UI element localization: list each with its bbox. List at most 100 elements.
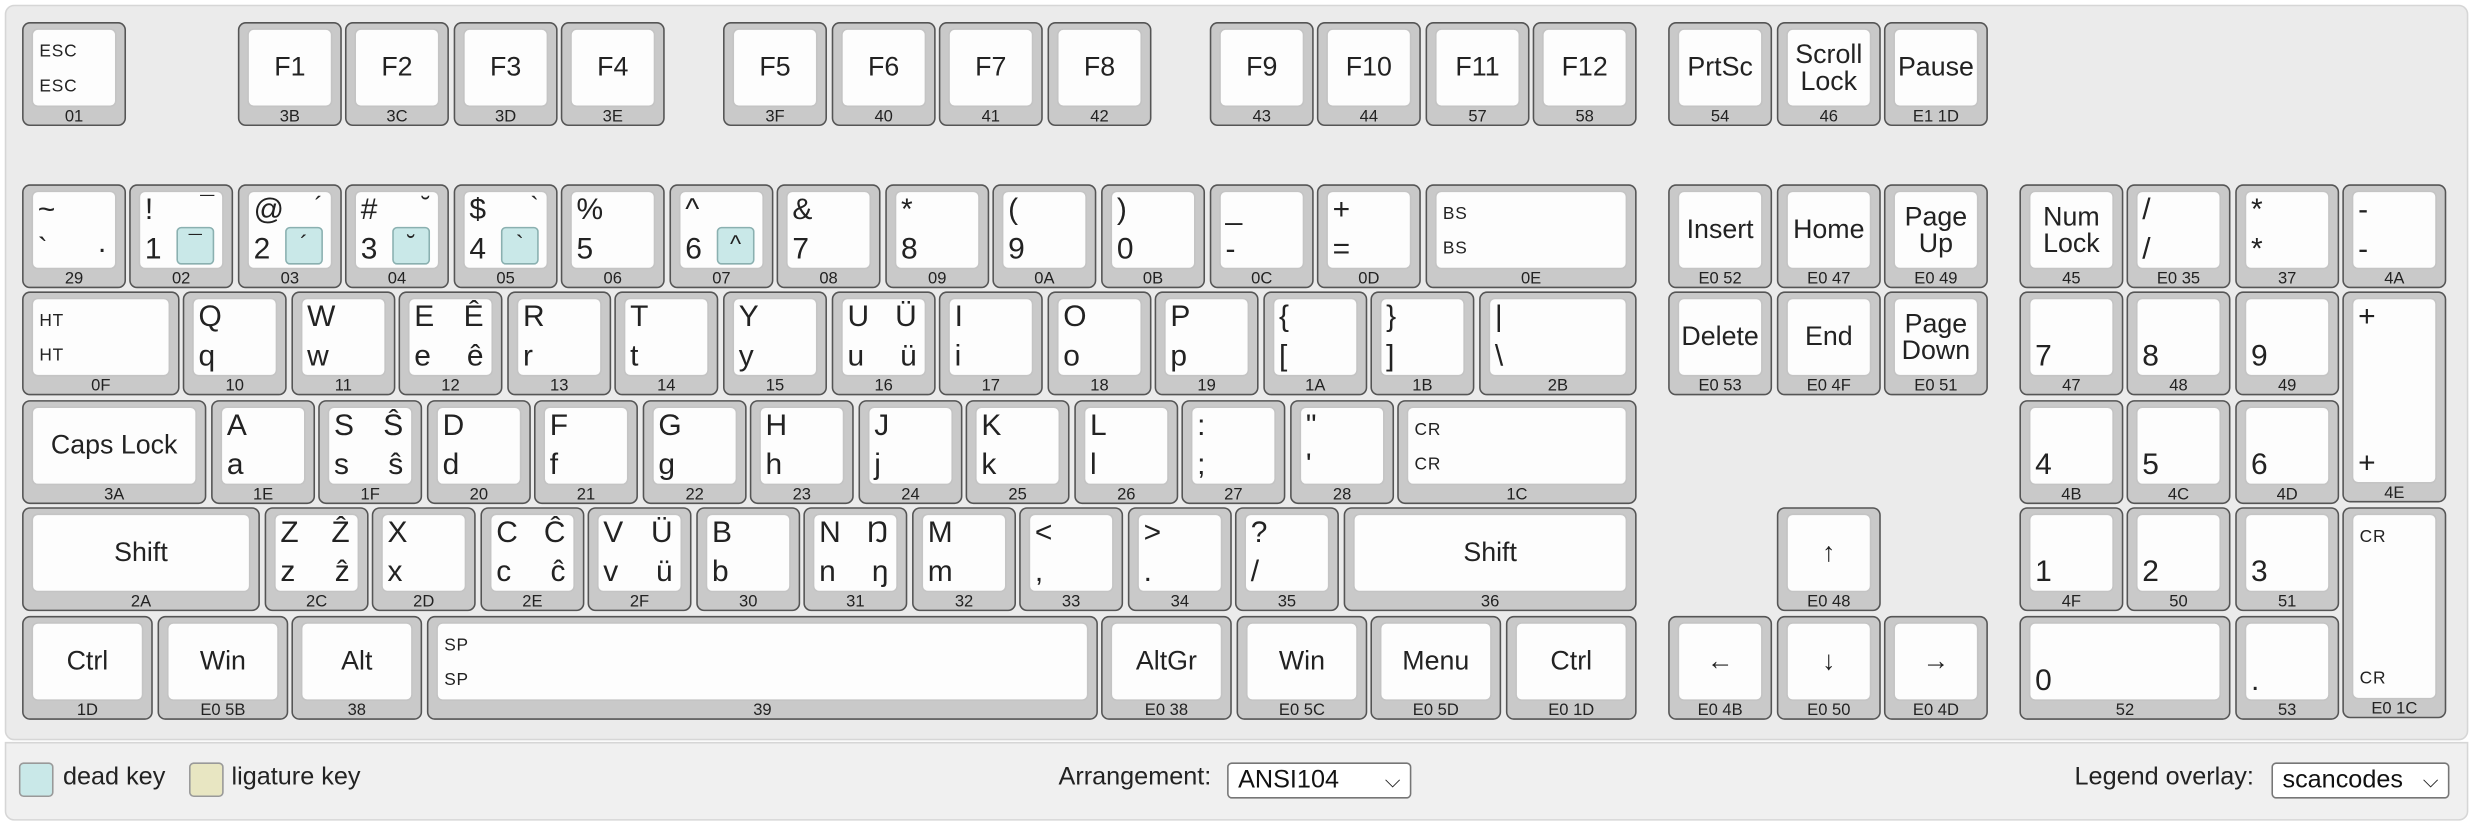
- key-kp2[interactable]: 2 50: [2126, 507, 2231, 612]
- key-end[interactable]: End E0 4F: [1776, 291, 1881, 396]
- key-f9[interactable]: F9 43: [1209, 22, 1314, 126]
- key-9[interactable]: (9 0A: [992, 184, 1097, 289]
- key-f1[interactable]: F1 3B: [237, 22, 342, 126]
- key-lalt[interactable]: Alt 38: [291, 615, 423, 720]
- key-minus[interactable]: _ -0C: [1209, 184, 1314, 289]
- key-kpslash[interactable]: / / E0 35: [2126, 184, 2231, 289]
- key-kp9[interactable]: 9 49: [2235, 291, 2340, 396]
- key-u[interactable]: Uu Üü 16: [831, 291, 936, 396]
- key-kp3[interactable]: 3 51: [2235, 507, 2340, 612]
- key-lwin[interactable]: Win E0 5B: [157, 615, 289, 720]
- key-rbracket[interactable]: }] 1B: [1370, 291, 1475, 396]
- key-capslock[interactable]: Caps Lock 3A: [22, 400, 207, 505]
- key-f7[interactable]: F7 41: [938, 22, 1043, 126]
- key-t[interactable]: Tt 14: [614, 291, 719, 396]
- key-kp6[interactable]: 6 4D: [2235, 400, 2340, 505]
- key-h[interactable]: Hh 23: [749, 400, 854, 505]
- key-4[interactable]: $4 ` ` 05: [453, 184, 558, 289]
- key-0[interactable]: ) 0 0B: [1101, 184, 1206, 289]
- key-v[interactable]: Vv Üü 2F: [587, 507, 692, 612]
- key-l[interactable]: Ll 26: [1074, 400, 1179, 505]
- key-down[interactable]: ↓ E0 50: [1776, 615, 1881, 720]
- key-f[interactable]: Ff 21: [533, 400, 638, 505]
- key-quote[interactable]: " ' 28: [1290, 400, 1395, 505]
- key-b[interactable]: Bb 30: [696, 507, 801, 612]
- key-q[interactable]: Qq 10: [182, 291, 287, 396]
- key-p[interactable]: Pp 19: [1154, 291, 1259, 396]
- key-backspace[interactable]: BS BS 0E: [1425, 184, 1637, 289]
- key-equal[interactable]: + = 0D: [1316, 184, 1421, 289]
- key-home[interactable]: Home E0 47: [1776, 184, 1881, 289]
- key-comma[interactable]: <, 33: [1019, 507, 1124, 612]
- key-grave[interactable]: ~ ` · 29: [22, 184, 127, 289]
- key-kpplus[interactable]: + +4E: [2342, 291, 2447, 503]
- key-kp0[interactable]: 0 52: [2019, 615, 2231, 720]
- key-kpstar[interactable]: * * 37: [2235, 184, 2340, 289]
- key-scrolllock[interactable]: Scroll Lock 46: [1776, 22, 1881, 126]
- key-5[interactable]: % 5 06: [560, 184, 665, 289]
- key-f3[interactable]: F3 3D: [453, 22, 558, 126]
- key-m[interactable]: Mm 32: [912, 507, 1017, 612]
- key-delete[interactable]: Delete E0 53: [1668, 291, 1773, 396]
- key-j[interactable]: Jj 24: [858, 400, 963, 505]
- key-y[interactable]: Yy 15: [723, 291, 827, 396]
- key-right[interactable]: → E0 4D: [1883, 615, 1988, 720]
- key-g[interactable]: Gg 22: [642, 400, 747, 505]
- key-f12[interactable]: F12 58: [1532, 22, 1637, 126]
- key-kpenter[interactable]: CR CR E0 1C: [2342, 507, 2447, 719]
- key-numlock[interactable]: Num Lock 45: [2019, 184, 2124, 289]
- key-prtsc[interactable]: PrtSc 54: [1668, 22, 1773, 126]
- key-kp4[interactable]: 4 4B: [2019, 400, 2124, 505]
- key-kp5[interactable]: 5 4C: [2126, 400, 2231, 505]
- key-lctrl[interactable]: Ctrl 1D: [22, 615, 153, 720]
- key-esc[interactable]: ESC ESC 01: [22, 22, 127, 126]
- key-r[interactable]: Rr 13: [507, 291, 612, 396]
- key-pause[interactable]: Pause E1 1D: [1883, 22, 1988, 126]
- key-i[interactable]: Ii 17: [938, 291, 1043, 396]
- key-o[interactable]: Oo 18: [1047, 291, 1152, 396]
- key-pagedown[interactable]: Page Down E0 51: [1883, 291, 1988, 396]
- key-z[interactable]: Zz Ẑẑ 2C: [264, 507, 369, 612]
- key-x[interactable]: Xx 2D: [371, 507, 476, 612]
- key-space[interactable]: SP SP 39: [426, 615, 1098, 720]
- key-f10[interactable]: F10 44: [1316, 22, 1421, 126]
- key-k[interactable]: Kk 25: [965, 400, 1070, 505]
- key-c[interactable]: Cc Ĉĉ 2E: [480, 507, 585, 612]
- key-f11[interactable]: F11 57: [1425, 22, 1530, 126]
- key-lshift[interactable]: Shift 2A: [22, 507, 260, 612]
- key-rshift[interactable]: Shift 36: [1343, 507, 1637, 612]
- key-f4[interactable]: F4 3E: [560, 22, 665, 126]
- key-backslash[interactable]: | \ 2B: [1479, 291, 1637, 396]
- key-f6[interactable]: F6 40: [831, 22, 936, 126]
- key-up[interactable]: ↑ E0 48: [1776, 507, 1881, 612]
- key-a[interactable]: Aa 1E: [211, 400, 316, 505]
- key-insert[interactable]: Insert E0 52: [1668, 184, 1773, 289]
- key-6[interactable]: ^ 6 ^ 07: [669, 184, 774, 289]
- key-tab[interactable]: HT HT 0F: [22, 291, 180, 396]
- key-enter[interactable]: CR CR 1C: [1397, 400, 1637, 505]
- key-pageup[interactable]: Page Up E0 49: [1883, 184, 1988, 289]
- key-f8[interactable]: F8 42: [1047, 22, 1152, 126]
- key-8[interactable]: * 8 09: [885, 184, 990, 289]
- key-kpdot[interactable]: . 53: [2235, 615, 2340, 720]
- key-n[interactable]: Nn Ŋŋ 31: [803, 507, 908, 612]
- key-kpminus[interactable]: - -4A: [2342, 184, 2447, 289]
- arrangement-select[interactable]: ANSI104 ⌵: [1227, 762, 1412, 799]
- key-left[interactable]: ← E0 4B: [1668, 615, 1773, 720]
- key-rwin[interactable]: Win E0 5C: [1236, 615, 1368, 720]
- key-3[interactable]: #3 ˘ ˘ 04: [344, 184, 449, 289]
- key-e[interactable]: Ee Êê 12: [398, 291, 503, 396]
- key-semicolon[interactable]: :; 27: [1181, 400, 1286, 505]
- legend-overlay-select[interactable]: scancodes ⌵: [2271, 762, 2450, 799]
- key-menu[interactable]: Menu E0 5D: [1370, 615, 1502, 720]
- key-kp7[interactable]: 7 47: [2019, 291, 2124, 396]
- key-kp8[interactable]: 8 48: [2126, 291, 2231, 396]
- key-rctrl[interactable]: Ctrl E0 1D: [1505, 615, 1637, 720]
- key-7[interactable]: & 7 08: [776, 184, 881, 289]
- key-altgr[interactable]: AltGr E0 38: [1101, 615, 1232, 720]
- key-w[interactable]: Ww 11: [291, 291, 396, 396]
- key-slash[interactable]: ?/35: [1234, 507, 1339, 612]
- key-2[interactable]: @2 ´ ´ 03: [237, 184, 342, 289]
- key-period[interactable]: >. 34: [1127, 507, 1232, 612]
- key-f5[interactable]: F5 3F: [723, 22, 827, 126]
